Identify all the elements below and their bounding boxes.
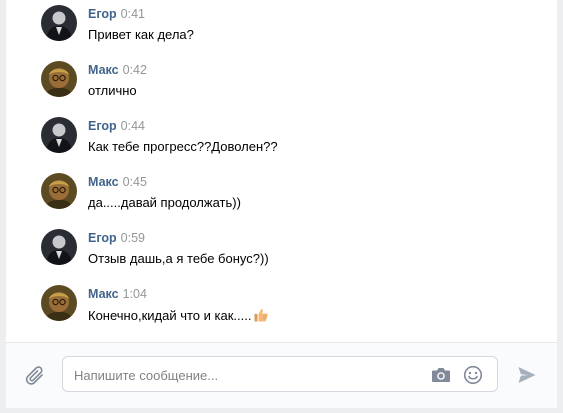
avatar[interactable] — [41, 117, 77, 153]
message-author: Макс 0:45 — [88, 174, 147, 190]
message-text: Отзыв дашь,а я тебе бонус?)) — [88, 251, 269, 266]
author-name[interactable]: Макс — [88, 287, 119, 301]
author-name[interactable]: Егор — [88, 231, 117, 245]
message-time[interactable]: 0:59 — [121, 231, 145, 245]
author-name[interactable]: Егор — [88, 7, 117, 21]
message-time[interactable]: 0:45 — [123, 175, 147, 189]
message-time[interactable]: 0:44 — [121, 119, 145, 133]
message-history: Егор 0:41 Привет как дела? Макс 0:42 отлич… — [6, 0, 557, 342]
message-author: Макс 1:04 — [88, 286, 147, 302]
send-icon[interactable] — [517, 365, 537, 385]
message-text-content: Конечно,кидай что и как..... — [88, 308, 252, 323]
message-author: Макс 0:42 — [88, 62, 147, 78]
message-author: Егор 0:44 — [88, 118, 145, 134]
author-name[interactable]: Егор — [88, 119, 117, 133]
message-text: Как тебе прогресс??Доволен?? — [88, 139, 278, 154]
smile-icon[interactable] — [463, 365, 483, 385]
message-text: Конечно,кидай что и как..... — [88, 307, 269, 327]
avatar[interactable] — [41, 173, 77, 209]
message-input-box — [62, 356, 498, 392]
paperclip-icon[interactable] — [25, 364, 47, 388]
message-text: отлично — [88, 83, 137, 98]
message-author: Егор 0:41 — [88, 6, 145, 22]
avatar[interactable] — [41, 229, 77, 265]
author-name[interactable]: Макс — [88, 63, 119, 77]
message-text: да.....давай продолжать)) — [88, 195, 241, 210]
thumbs-up-icon — [253, 307, 269, 327]
author-name[interactable]: Макс — [88, 175, 119, 189]
message-author: Егор 0:59 — [88, 230, 145, 246]
avatar[interactable] — [41, 5, 77, 41]
message-input[interactable] — [74, 366, 414, 384]
avatar[interactable] — [41, 285, 77, 321]
camera-icon[interactable] — [431, 366, 451, 384]
message-time[interactable]: 0:41 — [121, 7, 145, 21]
avatar[interactable] — [41, 61, 77, 97]
message-time[interactable]: 1:04 — [123, 287, 147, 301]
message-time[interactable]: 0:42 — [123, 63, 147, 77]
message-text: Привет как дела? — [88, 27, 194, 42]
message-composer — [6, 342, 557, 408]
